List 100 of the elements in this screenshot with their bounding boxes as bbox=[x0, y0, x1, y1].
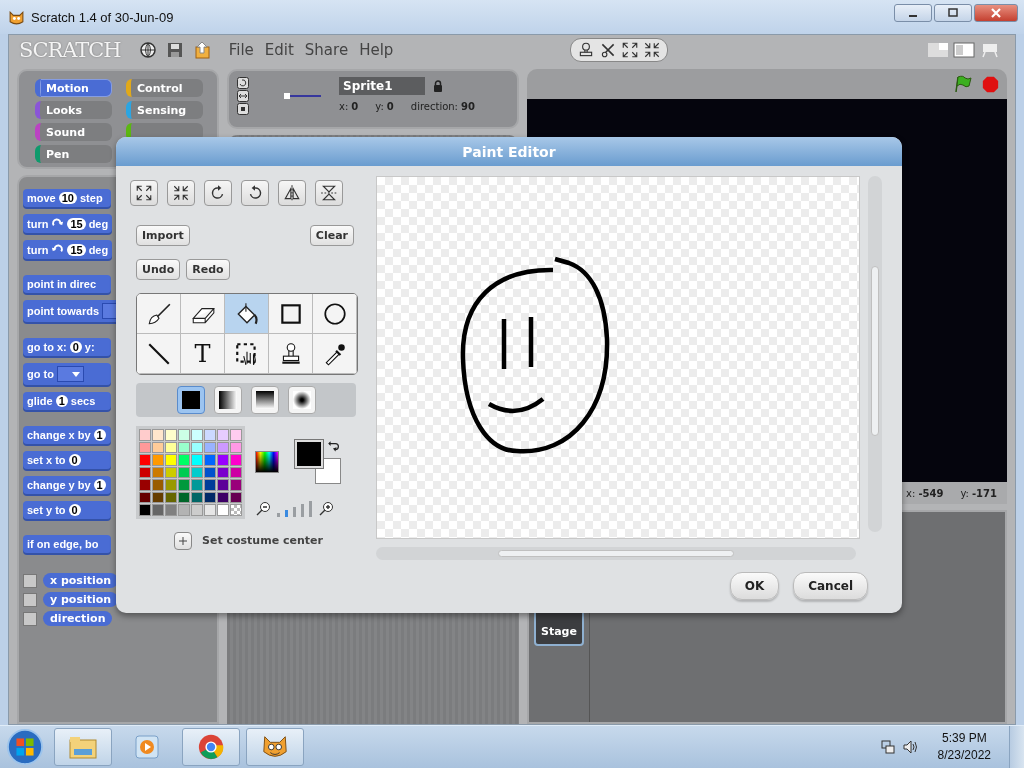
color-swatch[interactable] bbox=[165, 454, 177, 466]
fill-tool[interactable] bbox=[225, 294, 269, 334]
zoom-in-icon[interactable] bbox=[318, 500, 334, 517]
color-swatch[interactable] bbox=[165, 491, 177, 503]
color-swatch[interactable] bbox=[165, 479, 177, 491]
solid-fill-button[interactable] bbox=[176, 386, 205, 414]
color-swatch[interactable] bbox=[152, 491, 164, 503]
rotate-left-button[interactable] bbox=[204, 180, 232, 206]
color-swatch[interactable] bbox=[230, 479, 242, 491]
color-swatch[interactable] bbox=[230, 466, 242, 478]
close-button[interactable] bbox=[974, 4, 1018, 22]
volume-icon[interactable] bbox=[901, 739, 918, 755]
menu-item[interactable]: Edit bbox=[264, 41, 294, 59]
horizontal-fill-button[interactable] bbox=[213, 386, 242, 414]
rotate-right-button[interactable] bbox=[241, 180, 269, 206]
color-swatch[interactable] bbox=[230, 429, 242, 441]
color-swatch[interactable] bbox=[230, 441, 242, 453]
number-input[interactable]: 1 bbox=[93, 429, 106, 441]
color-swatch[interactable] bbox=[191, 491, 203, 503]
plus-button[interactable] bbox=[174, 531, 192, 550]
color-swatch[interactable] bbox=[178, 429, 190, 441]
motion-block[interactable]: go to bbox=[23, 363, 111, 385]
color-swatch[interactable] bbox=[152, 454, 164, 466]
zoom-step[interactable] bbox=[277, 512, 280, 517]
ok-button[interactable]: OK bbox=[729, 572, 780, 600]
vertical-scrollbar[interactable] bbox=[868, 176, 882, 532]
color-swatch[interactable] bbox=[165, 504, 177, 516]
number-input[interactable]: 15 bbox=[67, 243, 86, 256]
set-costume-center-label[interactable]: Set costume center bbox=[202, 534, 323, 547]
color-swatch[interactable] bbox=[178, 504, 190, 516]
motion-block[interactable]: point in direc bbox=[23, 275, 111, 293]
flip-horizontal-button[interactable] bbox=[278, 180, 306, 206]
reporter-block[interactable]: x position bbox=[43, 573, 119, 588]
color-swatch[interactable] bbox=[217, 479, 229, 491]
color-swatch[interactable] bbox=[204, 466, 216, 478]
text-tool[interactable]: T bbox=[181, 334, 225, 374]
motion-block[interactable]: turn 15 deg bbox=[23, 240, 113, 259]
share-icon[interactable] bbox=[192, 41, 211, 59]
shrink-button[interactable] bbox=[167, 180, 195, 206]
menu-item[interactable]: Help bbox=[359, 41, 394, 59]
color-swatch[interactable] bbox=[178, 491, 190, 503]
eraser-tool[interactable] bbox=[181, 294, 225, 334]
color-swatch[interactable] bbox=[217, 454, 229, 466]
number-input[interactable]: 10 bbox=[58, 192, 77, 204]
rotate-icon[interactable] bbox=[237, 77, 249, 89]
category-button[interactable]: Pen bbox=[35, 145, 112, 163]
grow-icon[interactable] bbox=[621, 41, 640, 59]
motion-block[interactable]: set x to 0 bbox=[23, 451, 111, 469]
color-swatch[interactable] bbox=[204, 491, 216, 503]
zoom-step[interactable] bbox=[285, 509, 288, 517]
normal-stage-icon[interactable] bbox=[953, 42, 975, 58]
color-swatch[interactable] bbox=[139, 504, 151, 516]
color-swatch[interactable] bbox=[152, 479, 164, 491]
presentation-icon[interactable] bbox=[979, 42, 1001, 58]
color-swatch[interactable] bbox=[178, 466, 190, 478]
zoom-step[interactable] bbox=[309, 500, 312, 517]
color-swatch[interactable] bbox=[165, 429, 177, 441]
color-swatch[interactable] bbox=[191, 504, 203, 516]
category-button[interactable]: Looks bbox=[35, 101, 112, 119]
reporter-block[interactable]: direction bbox=[43, 611, 113, 626]
small-stage-icon[interactable] bbox=[927, 42, 949, 58]
network-icon[interactable] bbox=[879, 739, 896, 755]
stamp-tool[interactable] bbox=[269, 334, 313, 374]
color-swatch[interactable] bbox=[139, 454, 151, 466]
color-swatch[interactable] bbox=[204, 454, 216, 466]
flip-vertical-button[interactable] bbox=[315, 180, 343, 206]
color-swatch[interactable] bbox=[139, 491, 151, 503]
color-swatch[interactable] bbox=[191, 466, 203, 478]
color-swatch[interactable] bbox=[217, 441, 229, 453]
color-spectrum-icon[interactable] bbox=[255, 451, 279, 473]
color-swatch[interactable] bbox=[152, 504, 164, 516]
lock-icon[interactable] bbox=[433, 80, 443, 92]
undo-button[interactable]: Undo bbox=[136, 259, 181, 280]
color-swatch[interactable] bbox=[230, 491, 242, 503]
show-desktop-button[interactable] bbox=[1009, 726, 1024, 768]
number-input[interactable]: 0 bbox=[68, 504, 81, 516]
category-button[interactable]: Motion bbox=[35, 79, 112, 97]
number-input[interactable]: 1 bbox=[55, 395, 68, 407]
folder-app-button[interactable] bbox=[54, 728, 112, 766]
cancel-button[interactable]: Cancel bbox=[793, 572, 868, 600]
cat-app-button[interactable] bbox=[246, 728, 304, 766]
color-swatch[interactable] bbox=[139, 479, 151, 491]
grow-button[interactable] bbox=[130, 180, 158, 206]
color-swatch[interactable] bbox=[152, 429, 164, 441]
color-swatch[interactable] bbox=[178, 441, 190, 453]
zoom-out-icon[interactable] bbox=[255, 500, 271, 517]
select-tool[interactable] bbox=[225, 334, 269, 374]
motion-block[interactable]: turn 15 deg bbox=[23, 214, 113, 233]
color-swatch[interactable] bbox=[152, 441, 164, 453]
stop-icon[interactable] bbox=[982, 75, 999, 93]
flag-icon[interactable] bbox=[952, 74, 972, 94]
flip-icon[interactable] bbox=[237, 90, 249, 102]
category-button[interactable]: Sound bbox=[35, 123, 112, 141]
radial-fill-button[interactable] bbox=[287, 386, 316, 414]
swap-icon[interactable] bbox=[327, 440, 339, 452]
checkbox[interactable] bbox=[23, 592, 37, 607]
color-swatch[interactable] bbox=[217, 504, 229, 516]
number-input[interactable]: 1 bbox=[93, 479, 106, 491]
motion-block[interactable]: glide 1 secs bbox=[23, 392, 111, 410]
color-swatch[interactable] bbox=[204, 441, 216, 453]
